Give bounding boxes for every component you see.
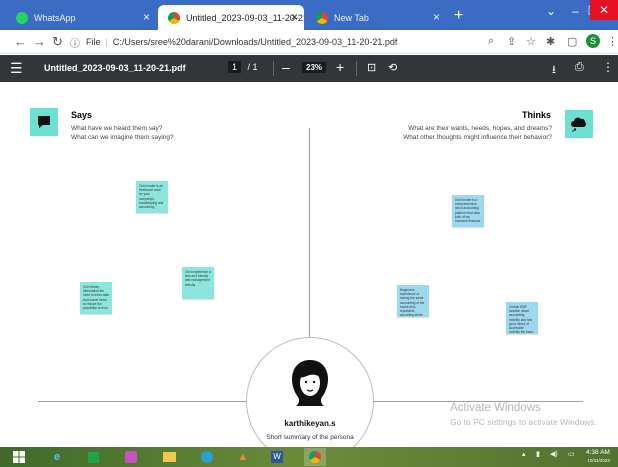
edge-icon[interactable] bbox=[196, 448, 218, 466]
windows-start-icon[interactable] bbox=[8, 448, 30, 466]
activate-windows-watermark: Activate Windows Go to PC settings to ac… bbox=[450, 402, 597, 427]
internet-explorer-icon[interactable]: e bbox=[46, 448, 68, 466]
info-icon[interactable]: ⓘ bbox=[70, 35, 80, 50]
sticky-note: Certain KMF function about accounting mo… bbox=[506, 302, 538, 334]
fit-to-page-icon[interactable]: ⊡ bbox=[367, 61, 376, 74]
address-bar: ← → ↻ ⓘ File | C:/Users/sree%20darani/Do… bbox=[0, 30, 618, 54]
minimize-icon[interactable]: – bbox=[572, 4, 579, 18]
zoom-out-button[interactable]: – bbox=[282, 59, 290, 75]
sticky-note: Ochi lender is a comprehensive cloud acc… bbox=[452, 195, 484, 227]
sticky-note: Ochi experience a less and friendly and … bbox=[182, 267, 214, 299]
pdf-filename: Untitled_2023-09-03_11-20-21.pdf bbox=[44, 63, 186, 73]
rotate-icon[interactable]: ⟲ bbox=[388, 61, 397, 74]
quadrant-divider-vertical bbox=[309, 128, 310, 353]
tab-label: Untitled_2023-09-03_11-20-21.p bbox=[186, 12, 304, 23]
close-window-icon[interactable]: ✕ bbox=[590, 0, 618, 20]
close-tab-icon[interactable]: × bbox=[433, 11, 440, 23]
print-icon[interactable]: ⎙ bbox=[575, 61, 584, 74]
browser-menu-icon[interactable]: ⋮ bbox=[607, 35, 618, 48]
whatsapp-icon bbox=[16, 11, 28, 24]
quadrant-divider-horizontal-left bbox=[38, 401, 248, 402]
speech-bubble-icon bbox=[30, 108, 58, 136]
pdf-toolbar: ☰ Untitled_2023-09-03_11-20-21.pdf 1 / 1… bbox=[0, 55, 618, 82]
system-clock[interactable]: 4:38 AM 10/31/2023 bbox=[586, 449, 610, 465]
store-icon[interactable] bbox=[82, 448, 104, 466]
reload-icon[interactable]: ↻ bbox=[52, 34, 63, 50]
zoom-icon[interactable]: ⌕ bbox=[488, 35, 494, 48]
more-options-icon[interactable]: ⋮ bbox=[602, 60, 614, 74]
persona-avatar-icon bbox=[285, 357, 335, 407]
zoom-in-button[interactable]: + bbox=[336, 59, 344, 75]
app-icon[interactable] bbox=[120, 448, 142, 466]
bookmark-star-icon[interactable]: ☆ bbox=[526, 35, 536, 48]
side-panel-icon[interactable]: ▢ bbox=[567, 35, 577, 48]
chrome-taskbar-icon[interactable] bbox=[304, 448, 326, 466]
chrome-icon bbox=[168, 11, 180, 24]
volume-icon[interactable]: ◀) bbox=[550, 450, 558, 458]
persona-summary: Short summary of the persona bbox=[266, 434, 354, 441]
tab-label: New Tab bbox=[334, 12, 369, 23]
zoom-level-input[interactable]: 23% bbox=[302, 62, 327, 73]
url-field[interactable]: ⓘ File | C:/Users/sree%20darani/Download… bbox=[70, 33, 560, 51]
download-icon[interactable]: ⭳ bbox=[552, 61, 556, 80]
word-icon[interactable]: W bbox=[266, 448, 288, 466]
page-number-input[interactable]: 1 bbox=[228, 61, 242, 73]
url-prefix: File bbox=[86, 37, 101, 47]
close-tab-icon[interactable]: × bbox=[143, 11, 150, 23]
tab-new-tab[interactable]: New Tab × bbox=[306, 5, 446, 30]
profile-avatar[interactable]: S bbox=[586, 34, 600, 48]
says-description: What have we heard them say? What can we… bbox=[71, 125, 174, 141]
notification-icon[interactable]: ▭ bbox=[568, 450, 575, 458]
page-indicator: 1 / 1 bbox=[228, 61, 258, 73]
tab-label: WhatsApp bbox=[34, 12, 76, 23]
thought-cloud-icon bbox=[565, 110, 593, 138]
tray-chevron-icon[interactable]: ▴ bbox=[522, 450, 526, 458]
page-total: / 1 bbox=[247, 62, 258, 72]
share-icon[interactable]: ⇪ bbox=[507, 35, 516, 48]
says-title: Says bbox=[71, 110, 93, 120]
url-path: C:/Users/sree%20darani/Downloads/Untitle… bbox=[112, 37, 398, 47]
hamburger-menu-icon[interactable]: ☰ bbox=[10, 60, 23, 77]
thinks-description: What are their wants, needs, hopes, and … bbox=[403, 125, 552, 141]
file-explorer-icon[interactable] bbox=[158, 448, 180, 466]
persona-name: karthikeyan.s bbox=[284, 419, 336, 428]
tab-whatsapp[interactable]: WhatsApp × bbox=[6, 5, 156, 30]
chrome-icon bbox=[316, 11, 328, 24]
thinks-title: Thinks bbox=[522, 110, 552, 120]
close-tab-icon[interactable]: × bbox=[291, 11, 298, 23]
taskbar: e ▲ W ▴ ▮ ◀) ▭ 4:38 AM 10/31/2023 bbox=[0, 447, 618, 467]
tab-strip: WhatsApp × Untitled_2023-09-03_11-20-21.… bbox=[0, 0, 618, 30]
vlc-icon[interactable]: ▲ bbox=[232, 448, 254, 466]
sticky-note: Beginners experience of having the same … bbox=[397, 285, 429, 317]
extensions-icon[interactable]: ✱ bbox=[546, 35, 555, 48]
forward-icon[interactable]: → bbox=[33, 34, 46, 49]
tab-pdf[interactable]: Untitled_2023-09-03_11-20-21.p × bbox=[158, 5, 304, 30]
network-icon[interactable]: ▮ bbox=[536, 450, 540, 458]
sticky-note: Ochi lender is an freelancer work for yo… bbox=[136, 181, 168, 213]
back-icon[interactable]: ← bbox=[14, 34, 27, 49]
tab-search-icon[interactable]: ⌄ bbox=[546, 4, 556, 18]
new-tab-button[interactable]: + bbox=[454, 7, 463, 25]
sticky-note: Ochi library information the need to ent… bbox=[80, 282, 112, 314]
